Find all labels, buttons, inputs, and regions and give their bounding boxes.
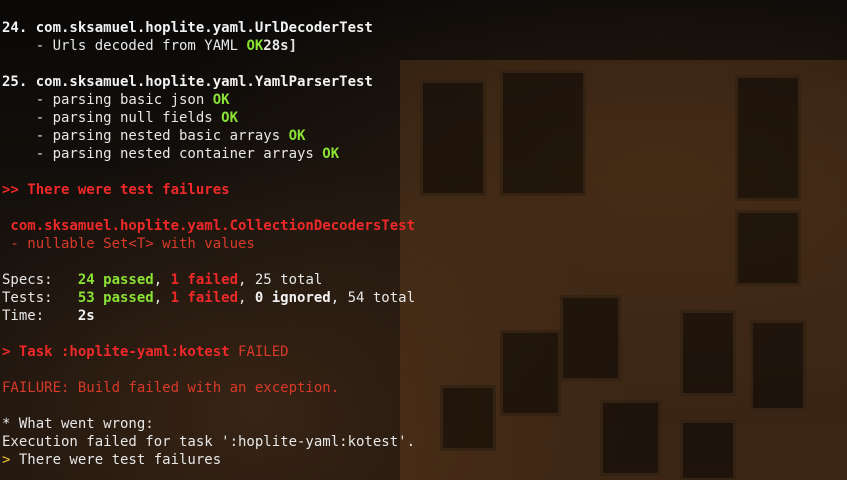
terminal-line: - parsing null fields OK — [2, 109, 415, 127]
terminal-text-segment: OK — [288, 128, 306, 144]
terminal-text-segment: - parsing nested container arrays — [2, 146, 323, 162]
terminal-line: >> There were test failures — [2, 181, 415, 199]
terminal-line: - nullable Set<T> with values — [2, 235, 415, 253]
terminal-line: FAILURE: Build failed with an exception. — [2, 379, 415, 397]
terminal-text-segment: 53 passed — [77, 290, 154, 306]
terminal-text-segment: > Task :hoplite-yaml:kotest — [2, 344, 239, 360]
terminal-text-segment: 2s — [77, 308, 95, 324]
terminal-line: Specs: 24 passed, 1 failed, 25 total — [2, 271, 415, 289]
terminal-text-segment: Execution failed for task ':hoplite-yaml… — [2, 434, 416, 450]
terminal-line: * What went wrong: — [2, 415, 415, 433]
terminal-text-segment: FAILED — [238, 344, 289, 360]
terminal-text-segment: 1 failed — [170, 272, 239, 288]
terminal-text-segment: OK — [212, 92, 230, 108]
terminal-text-segment: OK — [246, 38, 264, 54]
terminal-text-segment: - Urls decoded from YAML — [2, 38, 247, 54]
terminal-line: com.sksamuel.hoplite.yaml.CollectionDeco… — [2, 217, 415, 235]
terminal-line: > Task :hoplite-yaml:kotest FAILED — [2, 343, 415, 361]
terminal-text-segment: Specs: — [2, 272, 78, 288]
terminal-line: Execution failed for task ':hoplite-yaml… — [2, 433, 415, 451]
terminal-text-segment: , — [238, 290, 255, 306]
terminal-line: - parsing basic json OK — [2, 91, 415, 109]
terminal-text-segment: 24 passed — [77, 272, 154, 288]
terminal-line: 24. com.sksamuel.hoplite.yaml.UrlDecoder… — [2, 19, 415, 37]
terminal-line: - parsing nested container arrays OK — [2, 145, 415, 163]
terminal-line: > There were test failures — [2, 451, 415, 469]
terminal-text-segment: com.sksamuel.hoplite.yaml.CollectionDeco… — [2, 218, 416, 234]
terminal-line: - parsing nested basic arrays OK — [2, 127, 415, 145]
terminal-text-segment: 24. com.sksamuel.hoplite.yaml.UrlDecoder… — [2, 20, 373, 36]
terminal-text-segment: Tests: — [2, 290, 78, 306]
terminal-line: 25. com.sksamuel.hoplite.yaml.YamlParser… — [2, 73, 415, 91]
terminal-text-segment: There were test failures — [18, 452, 222, 468]
terminal-text-segment: - parsing nested basic arrays — [2, 128, 289, 144]
terminal-text-segment: 1 failed — [170, 290, 239, 306]
terminal-text-segment: 25. com.sksamuel.hoplite.yaml.YamlParser… — [2, 74, 373, 90]
terminal-text-segment: OK — [221, 110, 239, 126]
terminal-text-segment: 0 ignored — [254, 290, 331, 306]
terminal-text-segment: , — [153, 290, 171, 306]
terminal-text-segment: >> There were test failures — [2, 182, 230, 198]
terminal-line: - Urls decoded from YAML OK28s] — [2, 37, 415, 55]
terminal-text-segment: OK — [322, 146, 340, 162]
terminal-line: Tests: 53 passed, 1 failed, 0 ignored, 5… — [2, 289, 415, 307]
terminal-text-segment: , 25 total — [238, 272, 323, 288]
terminal-line: Time: 2s — [2, 307, 415, 325]
terminal-text-segment: , — [153, 272, 171, 288]
terminal-output[interactable]: 24. com.sksamuel.hoplite.yaml.UrlDecoder… — [2, 19, 415, 469]
terminal-text-segment: , 54 total — [330, 290, 416, 306]
terminal-text-segment: > — [2, 452, 19, 468]
terminal-text-segment: - nullable Set<T> with values — [2, 236, 255, 252]
terminal-text-segment: 28s] — [263, 38, 298, 54]
terminal-text-segment: - parsing null fields — [2, 110, 222, 126]
terminal-text-segment: Time: — [2, 308, 78, 324]
terminal-text-segment: * What went wrong: — [2, 416, 154, 432]
terminal-text-segment: - parsing basic json — [2, 92, 213, 108]
terminal-text-segment: FAILURE: Build failed with an exception. — [2, 380, 340, 396]
